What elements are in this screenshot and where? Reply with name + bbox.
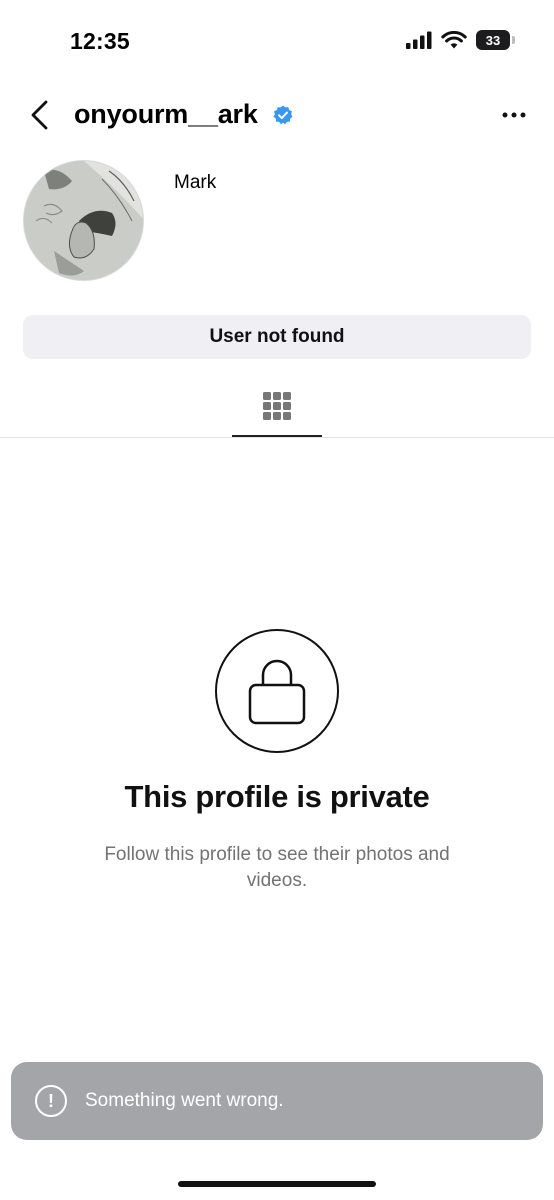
cellular-signal-icon: [406, 31, 432, 49]
tab-divider: [0, 437, 554, 438]
toast-message: Something went wrong.: [85, 1090, 284, 1111]
private-profile-title: This profile is private: [124, 779, 430, 814]
profile-username: onyourm__ark: [74, 99, 258, 129]
status-icons: 33: [406, 30, 515, 50]
lock-icon: [248, 659, 306, 725]
more-options-icon: [502, 112, 526, 118]
user-not-found-button[interactable]: User not found: [23, 315, 531, 359]
profile-avatar[interactable]: [23, 160, 144, 281]
profile-screen: 12:35 33 onyourm__ark Mark User not foun…: [0, 0, 554, 1200]
battery-icon: 33: [476, 30, 515, 50]
grid-icon: [263, 392, 291, 420]
battery-level: 33: [485, 32, 501, 48]
back-chevron-icon: [31, 100, 48, 130]
alert-circle-icon: !: [35, 1085, 67, 1117]
status-time: 12:35: [70, 28, 130, 54]
error-toast[interactable]: ! Something went wrong.: [11, 1062, 543, 1140]
more-options-button[interactable]: [494, 100, 534, 130]
profile-display-name: Mark: [174, 172, 217, 193]
lock-circle: [215, 629, 339, 753]
tab-posts-grid[interactable]: [232, 378, 322, 438]
avatar-sketch-image: [24, 161, 143, 280]
home-indicator[interactable]: [178, 1181, 376, 1187]
private-profile-subtitle: Follow this profile to see their photos …: [104, 844, 450, 891]
back-button[interactable]: [22, 97, 58, 133]
verified-badge-icon: [273, 105, 293, 125]
wifi-icon: [441, 30, 467, 48]
